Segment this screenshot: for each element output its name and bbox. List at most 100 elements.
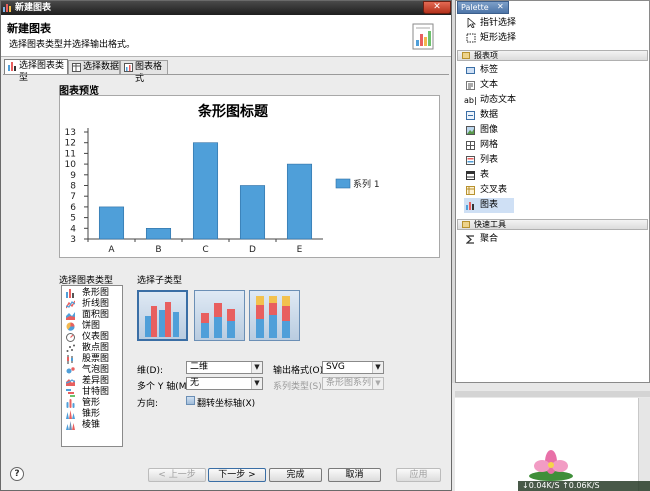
chevron-down-icon: ▼ (251, 362, 262, 373)
drawer-label: 报表项 (474, 51, 498, 60)
chart-type-pyramid[interactable]: 棱锥 (62, 420, 122, 431)
palette-item-text: 网格 (480, 140, 499, 150)
bar-C[interactable] (192, 142, 219, 240)
bar-D[interactable] (239, 185, 266, 240)
close-button[interactable]: ✕ (423, 1, 451, 14)
flip-axis-checkbox[interactable] (186, 396, 195, 405)
chart-type-difference[interactable]: 差异图 (62, 376, 122, 387)
palette-item-text[interactable]: 文本 (464, 78, 498, 93)
chart-type-meter[interactable]: 仪表图 (62, 332, 122, 343)
tool-label: 矩形选择 (480, 33, 517, 43)
folder-icon (462, 52, 470, 59)
subtype-side-by-side[interactable] (137, 290, 188, 341)
palette-item-dynamic-text[interactable]: ab| 动态文本 (464, 93, 516, 108)
chart-preview: 条形图标题 3 4 5 6 7 8 9 10 11 12 13 A B C D E 系列 1 (59, 95, 440, 258)
close-icon: ✕ (433, 2, 441, 12)
multi-y-axis-select[interactable]: 无 ▼ (186, 377, 263, 390)
palette-item-table[interactable]: 表 (464, 168, 489, 183)
pointer-icon (467, 18, 476, 28)
cone-chart-icon (66, 410, 75, 419)
tool-marquee-select[interactable]: 矩形选择 (458, 31, 516, 45)
back-button[interactable]: < 上一步 (148, 468, 206, 482)
x-tick-label: B (155, 245, 161, 255)
tab-chart-format[interactable]: 图表格式 (120, 60, 168, 84)
chart-type-pie[interactable]: 饼图 (62, 321, 122, 332)
chart-type-tube[interactable]: 管形 (62, 398, 122, 409)
finish-button[interactable]: 完成 (269, 468, 322, 482)
bar-chart: 条形图标题 345678910111213 A B C D E 系列 1 (65, 103, 380, 255)
chart-type-bubble[interactable]: 气泡图 (62, 365, 122, 376)
tab-select-data[interactable]: 选择数据 (68, 60, 120, 74)
palette-item-crosstab[interactable]: 交叉表 (464, 183, 507, 198)
flip-axis-label[interactable]: 翻转坐标轴(X) (197, 396, 255, 409)
chart-type-stock[interactable]: 股票图 (62, 354, 122, 365)
table-icon (72, 63, 81, 72)
bar-E[interactable] (286, 163, 313, 240)
chevron-down-icon: ▼ (372, 378, 383, 389)
chart-type-line[interactable]: 折线图 (62, 299, 122, 310)
list-icon (466, 156, 475, 165)
pie-chart-icon (66, 322, 75, 331)
banner-title: 新建图表 (7, 22, 51, 35)
palette-item-chart[interactable]: 图表 (464, 198, 514, 213)
dialog-title: 新建图表 (15, 3, 52, 13)
dimension-label: 维(D): (137, 366, 163, 376)
palette-item-text: 标签 (480, 65, 499, 75)
drawer-quick-tools[interactable]: 快速工具 (457, 219, 648, 230)
close-icon[interactable]: ✕ (497, 2, 504, 11)
palette-item-image[interactable]: 图像 (464, 123, 498, 138)
chart-type-list[interactable]: 条形图 折线图 面积图 饼图 仪表图 散点图 股票图 气泡图 差异图 甘特图 管… (61, 285, 123, 447)
table-icon (466, 171, 475, 180)
gantt-chart-icon (66, 389, 75, 397)
subtype-percent-stacked[interactable] (249, 290, 300, 341)
tool-label: 指针选择 (480, 18, 517, 28)
dimension-value: 二维 (190, 362, 209, 372)
next-button[interactable]: 下一步 > (208, 468, 266, 482)
help-icon[interactable]: ? (10, 467, 24, 481)
palette-item-grid[interactable]: 网格 (464, 138, 498, 153)
chart-type-label: 股票图 (82, 354, 110, 364)
palette-tab-label: Palette (461, 3, 489, 12)
bar-A[interactable] (98, 206, 125, 240)
palette-item-list[interactable]: 列表 (464, 153, 498, 168)
bar-B[interactable] (145, 228, 172, 240)
chart-type-label: 仪表图 (82, 332, 110, 342)
tab-label: 图表格式 (135, 62, 163, 84)
dimension-select[interactable]: 二维 ▼ (186, 361, 263, 374)
chart-type-gantt[interactable]: 甘特图 (62, 387, 122, 398)
chart-type-area[interactable]: 面积图 (62, 310, 122, 321)
chart-type-label: 饼图 (82, 321, 101, 331)
cancel-button[interactable]: 取消 (328, 468, 381, 482)
dialog-titlebar[interactable]: 新建图表 (1, 1, 451, 15)
vertical-scrollbar[interactable] (638, 398, 650, 491)
x-tick-label: C (202, 245, 208, 255)
drawer-report-items[interactable]: 报表项 (457, 50, 648, 61)
new-chart-dialog: 新建图表 ✕ 新建图表 选择图表类型并选择输出格式。 选择图表类型 选择数据 图… (0, 0, 452, 491)
tool-pointer-select[interactable]: 指针选择 (458, 16, 516, 30)
y-tick-label: 9 (70, 171, 76, 181)
palette-item-data[interactable]: 数据 (464, 108, 498, 123)
side-by-side-bar-icon (145, 302, 179, 337)
palette-item-text: 表 (480, 170, 490, 180)
chart-title: 条形图标题 (197, 103, 269, 120)
chevron-down-icon: ▼ (372, 362, 383, 373)
chart-type-label: 棱锥 (82, 420, 101, 430)
stock-chart-icon (67, 355, 73, 364)
palette-item-aggregation[interactable]: 聚合 (464, 232, 498, 247)
chart-type-scatter[interactable]: 散点图 (62, 343, 122, 354)
subtype-stacked[interactable] (194, 290, 245, 341)
apply-button[interactable]: 应用 (396, 468, 441, 482)
wizard-banner: 新建图表 选择图表类型并选择输出格式。 (1, 15, 451, 57)
tab-label: 选择图表类型 (19, 61, 65, 83)
chart-wizard-icon (412, 23, 434, 50)
crosstab-icon (466, 186, 475, 195)
y-tick-label: 11 (65, 149, 76, 159)
chart-type-label: 气泡图 (82, 365, 110, 375)
chart-icon (466, 202, 474, 210)
chart-type-bar[interactable]: 条形图 (62, 288, 122, 299)
output-format-select[interactable]: SVG ▼ (322, 361, 384, 374)
lower-panel-header (455, 391, 650, 397)
tab-select-chart-type[interactable]: 选择图表类型 (4, 59, 68, 83)
palette-item-label[interactable]: 标签 (464, 63, 498, 78)
chart-type-cone[interactable]: 锥形 (62, 409, 122, 420)
